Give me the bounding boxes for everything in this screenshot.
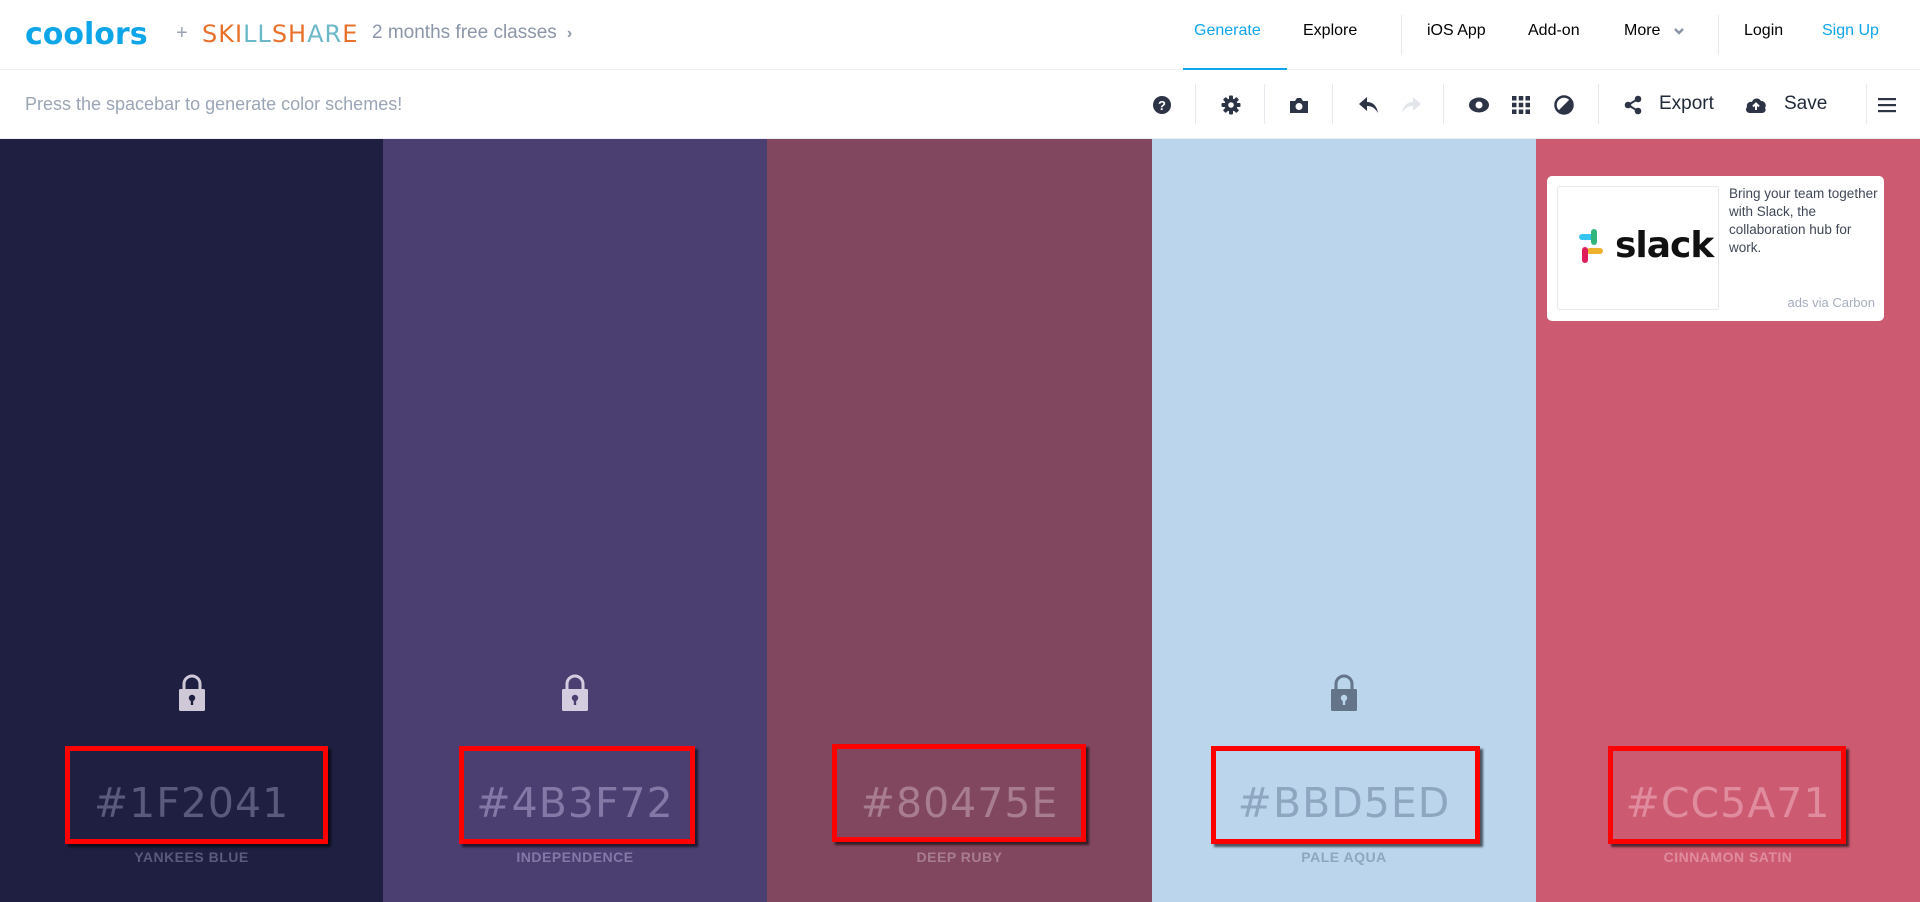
color-swatch[interactable]: #80475E DEEP RUBY: [767, 139, 1152, 902]
hex-code[interactable]: #80475E: [767, 779, 1152, 827]
undo-icon[interactable]: [1356, 92, 1382, 118]
nav-divider: [1401, 15, 1402, 55]
coolors-logo[interactable]: coolors: [25, 17, 148, 53]
chevron-right-icon: ›: [566, 25, 573, 42]
svg-text:?: ?: [1158, 98, 1166, 113]
skillshare-part: SKI: [202, 20, 244, 48]
settings-icon[interactable]: [1218, 92, 1244, 118]
skillshare-part: SH: [271, 20, 308, 48]
slack-logo-icon: [1579, 229, 1603, 263]
hex-code[interactable]: #BBD5ED: [1152, 779, 1536, 827]
toolbar-divider: [1443, 84, 1444, 124]
hex-code[interactable]: #CC5A71: [1536, 779, 1920, 827]
hex-code[interactable]: #4B3F72: [383, 779, 767, 827]
color-name: INDEPENDENCE: [516, 849, 634, 865]
redo-icon[interactable]: [1398, 92, 1424, 118]
chevron-down-icon: [1674, 27, 1684, 35]
promo-link[interactable]: 2 months free classes ›: [372, 22, 572, 44]
save-button[interactable]: Save: [1784, 93, 1827, 115]
color-name: DEEP RUBY: [916, 849, 1003, 865]
skillshare-part: AR: [307, 20, 343, 48]
color-name: PALE AQUA: [1301, 849, 1387, 865]
menu-icon[interactable]: [1874, 92, 1900, 118]
slack-wordmark: slack: [1615, 225, 1714, 266]
carbon-ad: slack Bring your team together with Slac…: [1547, 176, 1884, 321]
toolbar-divider: [1195, 84, 1196, 124]
ad-text[interactable]: Bring your team together with Slack, the…: [1729, 185, 1879, 257]
nav-signup[interactable]: Sign Up: [1822, 22, 1879, 40]
plus-sign: +: [176, 22, 188, 44]
ads-via-carbon-link[interactable]: ads via Carbon: [1788, 295, 1875, 310]
help-icon[interactable]: ?: [1149, 92, 1175, 118]
grid-icon[interactable]: [1508, 92, 1534, 118]
skillshare-part: E: [342, 20, 359, 48]
toolbar-divider: [1598, 84, 1599, 124]
skillshare-part: LL: [243, 20, 272, 48]
toolbar-divider: [1866, 84, 1867, 124]
color-name: YANKEES BLUE: [134, 849, 249, 865]
toolbar-divider: [1332, 84, 1333, 124]
cloud-upload-icon[interactable]: [1743, 92, 1769, 118]
color-swatch[interactable]: #1F2041 YANKEES BLUE: [0, 139, 383, 902]
lock-icon[interactable]: [559, 673, 591, 713]
toolbar-divider: [1264, 84, 1265, 124]
nav-addon[interactable]: Add-on: [1528, 22, 1580, 40]
nav-divider: [1718, 15, 1719, 55]
contrast-icon[interactable]: [1551, 92, 1577, 118]
toolbar: Press the spacebar to generate color sch…: [0, 70, 1920, 139]
nav-explore[interactable]: Explore: [1303, 22, 1357, 40]
nav-more-label: More: [1624, 22, 1661, 39]
lock-icon[interactable]: [176, 673, 208, 713]
nav-generate[interactable]: Generate: [1194, 22, 1261, 40]
slack-ad-image[interactable]: slack: [1557, 186, 1719, 310]
nav-login[interactable]: Login: [1744, 22, 1783, 40]
skillshare-logo[interactable]: SKILLSHARE: [202, 20, 358, 48]
top-navbar: coolors + SKILLSHARE 2 months free class…: [0, 0, 1920, 70]
share-icon[interactable]: [1620, 92, 1646, 118]
spacebar-hint: Press the spacebar to generate color sch…: [25, 94, 403, 114]
eye-icon[interactable]: [1466, 92, 1492, 118]
nav-ios-app[interactable]: iOS App: [1427, 22, 1486, 40]
color-swatch[interactable]: #4B3F72 INDEPENDENCE: [383, 139, 767, 902]
nav-more[interactable]: More: [1624, 22, 1685, 40]
color-swatch[interactable]: #BBD5ED PALE AQUA: [1152, 139, 1536, 902]
hex-code[interactable]: #1F2041: [0, 779, 383, 827]
camera-icon[interactable]: [1286, 92, 1312, 118]
color-name: CINNAMON SATIN: [1663, 849, 1793, 865]
lock-icon[interactable]: [1328, 673, 1360, 713]
promo-text: 2 months free classes: [372, 22, 557, 43]
export-button[interactable]: Export: [1659, 93, 1714, 115]
